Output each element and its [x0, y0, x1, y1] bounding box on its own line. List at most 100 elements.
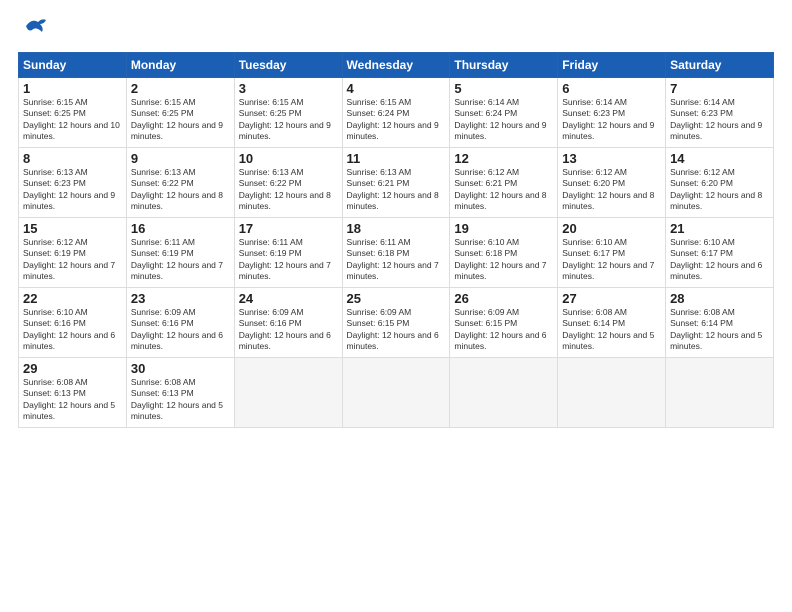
- calendar-day: 20 Sunrise: 6:10 AMSunset: 6:17 PMDaylig…: [558, 218, 666, 288]
- logo: [18, 16, 46, 42]
- day-info: Sunrise: 6:10 AMSunset: 6:18 PMDaylight:…: [454, 237, 553, 283]
- day-number: 1: [23, 81, 122, 96]
- day-number: 2: [131, 81, 230, 96]
- day-number: 25: [347, 291, 446, 306]
- day-info: Sunrise: 6:08 AMSunset: 6:14 PMDaylight:…: [562, 307, 661, 353]
- day-number: 24: [239, 291, 338, 306]
- day-number: 18: [347, 221, 446, 236]
- weekday-header-tuesday: Tuesday: [234, 53, 342, 78]
- day-info: Sunrise: 6:15 AMSunset: 6:24 PMDaylight:…: [347, 97, 446, 143]
- calendar-day: 22 Sunrise: 6:10 AMSunset: 6:16 PMDaylig…: [19, 288, 127, 358]
- day-info: Sunrise: 6:09 AMSunset: 6:15 PMDaylight:…: [347, 307, 446, 353]
- calendar-day: 3 Sunrise: 6:15 AMSunset: 6:25 PMDayligh…: [234, 78, 342, 148]
- calendar-week-row: 1 Sunrise: 6:15 AMSunset: 6:25 PMDayligh…: [19, 78, 774, 148]
- day-number: 22: [23, 291, 122, 306]
- calendar-day: 30 Sunrise: 6:08 AMSunset: 6:13 PMDaylig…: [126, 358, 234, 428]
- day-info: Sunrise: 6:12 AMSunset: 6:20 PMDaylight:…: [670, 167, 769, 213]
- day-number: 7: [670, 81, 769, 96]
- day-info: Sunrise: 6:14 AMSunset: 6:24 PMDaylight:…: [454, 97, 553, 143]
- day-number: 9: [131, 151, 230, 166]
- calendar-day: 28 Sunrise: 6:08 AMSunset: 6:14 PMDaylig…: [666, 288, 774, 358]
- calendar-header-row: SundayMondayTuesdayWednesdayThursdayFrid…: [19, 53, 774, 78]
- calendar-day: 4 Sunrise: 6:15 AMSunset: 6:24 PMDayligh…: [342, 78, 450, 148]
- day-info: Sunrise: 6:14 AMSunset: 6:23 PMDaylight:…: [670, 97, 769, 143]
- calendar-week-row: 22 Sunrise: 6:10 AMSunset: 6:16 PMDaylig…: [19, 288, 774, 358]
- day-info: Sunrise: 6:13 AMSunset: 6:22 PMDaylight:…: [239, 167, 338, 213]
- day-info: Sunrise: 6:08 AMSunset: 6:13 PMDaylight:…: [23, 377, 122, 423]
- calendar-day: 14 Sunrise: 6:12 AMSunset: 6:20 PMDaylig…: [666, 148, 774, 218]
- day-number: 10: [239, 151, 338, 166]
- calendar-day: 18 Sunrise: 6:11 AMSunset: 6:18 PMDaylig…: [342, 218, 450, 288]
- day-number: 21: [670, 221, 769, 236]
- calendar-day: [450, 358, 558, 428]
- day-number: 28: [670, 291, 769, 306]
- day-number: 26: [454, 291, 553, 306]
- day-info: Sunrise: 6:09 AMSunset: 6:16 PMDaylight:…: [239, 307, 338, 353]
- calendar-day: [234, 358, 342, 428]
- calendar-day: 19 Sunrise: 6:10 AMSunset: 6:18 PMDaylig…: [450, 218, 558, 288]
- day-number: 8: [23, 151, 122, 166]
- day-number: 3: [239, 81, 338, 96]
- day-number: 20: [562, 221, 661, 236]
- day-number: 23: [131, 291, 230, 306]
- calendar-day: 2 Sunrise: 6:15 AMSunset: 6:25 PMDayligh…: [126, 78, 234, 148]
- calendar-day: 17 Sunrise: 6:11 AMSunset: 6:19 PMDaylig…: [234, 218, 342, 288]
- calendar: SundayMondayTuesdayWednesdayThursdayFrid…: [18, 52, 774, 428]
- weekday-header-friday: Friday: [558, 53, 666, 78]
- logo-bird-icon: [24, 16, 46, 34]
- day-number: 16: [131, 221, 230, 236]
- calendar-day: 6 Sunrise: 6:14 AMSunset: 6:23 PMDayligh…: [558, 78, 666, 148]
- calendar-day: 21 Sunrise: 6:10 AMSunset: 6:17 PMDaylig…: [666, 218, 774, 288]
- day-number: 14: [670, 151, 769, 166]
- day-info: Sunrise: 6:10 AMSunset: 6:16 PMDaylight:…: [23, 307, 122, 353]
- day-info: Sunrise: 6:08 AMSunset: 6:13 PMDaylight:…: [131, 377, 230, 423]
- day-number: 5: [454, 81, 553, 96]
- weekday-header-monday: Monday: [126, 53, 234, 78]
- day-info: Sunrise: 6:12 AMSunset: 6:21 PMDaylight:…: [454, 167, 553, 213]
- day-info: Sunrise: 6:14 AMSunset: 6:23 PMDaylight:…: [562, 97, 661, 143]
- day-info: Sunrise: 6:11 AMSunset: 6:19 PMDaylight:…: [131, 237, 230, 283]
- calendar-day: 10 Sunrise: 6:13 AMSunset: 6:22 PMDaylig…: [234, 148, 342, 218]
- day-info: Sunrise: 6:10 AMSunset: 6:17 PMDaylight:…: [670, 237, 769, 283]
- day-info: Sunrise: 6:13 AMSunset: 6:22 PMDaylight:…: [131, 167, 230, 213]
- calendar-week-row: 8 Sunrise: 6:13 AMSunset: 6:23 PMDayligh…: [19, 148, 774, 218]
- day-number: 6: [562, 81, 661, 96]
- calendar-day: 15 Sunrise: 6:12 AMSunset: 6:19 PMDaylig…: [19, 218, 127, 288]
- calendar-day: 13 Sunrise: 6:12 AMSunset: 6:20 PMDaylig…: [558, 148, 666, 218]
- calendar-day: [666, 358, 774, 428]
- calendar-day: 27 Sunrise: 6:08 AMSunset: 6:14 PMDaylig…: [558, 288, 666, 358]
- day-info: Sunrise: 6:15 AMSunset: 6:25 PMDaylight:…: [23, 97, 122, 143]
- day-info: Sunrise: 6:13 AMSunset: 6:21 PMDaylight:…: [347, 167, 446, 213]
- day-info: Sunrise: 6:09 AMSunset: 6:16 PMDaylight:…: [131, 307, 230, 353]
- calendar-day: 25 Sunrise: 6:09 AMSunset: 6:15 PMDaylig…: [342, 288, 450, 358]
- calendar-day: 5 Sunrise: 6:14 AMSunset: 6:24 PMDayligh…: [450, 78, 558, 148]
- calendar-day: 29 Sunrise: 6:08 AMSunset: 6:13 PMDaylig…: [19, 358, 127, 428]
- calendar-day: 23 Sunrise: 6:09 AMSunset: 6:16 PMDaylig…: [126, 288, 234, 358]
- day-info: Sunrise: 6:15 AMSunset: 6:25 PMDaylight:…: [239, 97, 338, 143]
- calendar-day: 1 Sunrise: 6:15 AMSunset: 6:25 PMDayligh…: [19, 78, 127, 148]
- calendar-week-row: 29 Sunrise: 6:08 AMSunset: 6:13 PMDaylig…: [19, 358, 774, 428]
- day-number: 11: [347, 151, 446, 166]
- weekday-header-thursday: Thursday: [450, 53, 558, 78]
- day-info: Sunrise: 6:08 AMSunset: 6:14 PMDaylight:…: [670, 307, 769, 353]
- day-number: 12: [454, 151, 553, 166]
- day-info: Sunrise: 6:11 AMSunset: 6:18 PMDaylight:…: [347, 237, 446, 283]
- weekday-header-wednesday: Wednesday: [342, 53, 450, 78]
- day-info: Sunrise: 6:10 AMSunset: 6:17 PMDaylight:…: [562, 237, 661, 283]
- day-number: 4: [347, 81, 446, 96]
- day-number: 27: [562, 291, 661, 306]
- calendar-week-row: 15 Sunrise: 6:12 AMSunset: 6:19 PMDaylig…: [19, 218, 774, 288]
- day-number: 17: [239, 221, 338, 236]
- day-number: 30: [131, 361, 230, 376]
- weekday-header-sunday: Sunday: [19, 53, 127, 78]
- day-number: 19: [454, 221, 553, 236]
- calendar-day: [342, 358, 450, 428]
- calendar-day: 8 Sunrise: 6:13 AMSunset: 6:23 PMDayligh…: [19, 148, 127, 218]
- calendar-day: 16 Sunrise: 6:11 AMSunset: 6:19 PMDaylig…: [126, 218, 234, 288]
- day-info: Sunrise: 6:09 AMSunset: 6:15 PMDaylight:…: [454, 307, 553, 353]
- day-info: Sunrise: 6:15 AMSunset: 6:25 PMDaylight:…: [131, 97, 230, 143]
- day-info: Sunrise: 6:11 AMSunset: 6:19 PMDaylight:…: [239, 237, 338, 283]
- calendar-day: 7 Sunrise: 6:14 AMSunset: 6:23 PMDayligh…: [666, 78, 774, 148]
- header: [18, 16, 774, 42]
- calendar-day: 9 Sunrise: 6:13 AMSunset: 6:22 PMDayligh…: [126, 148, 234, 218]
